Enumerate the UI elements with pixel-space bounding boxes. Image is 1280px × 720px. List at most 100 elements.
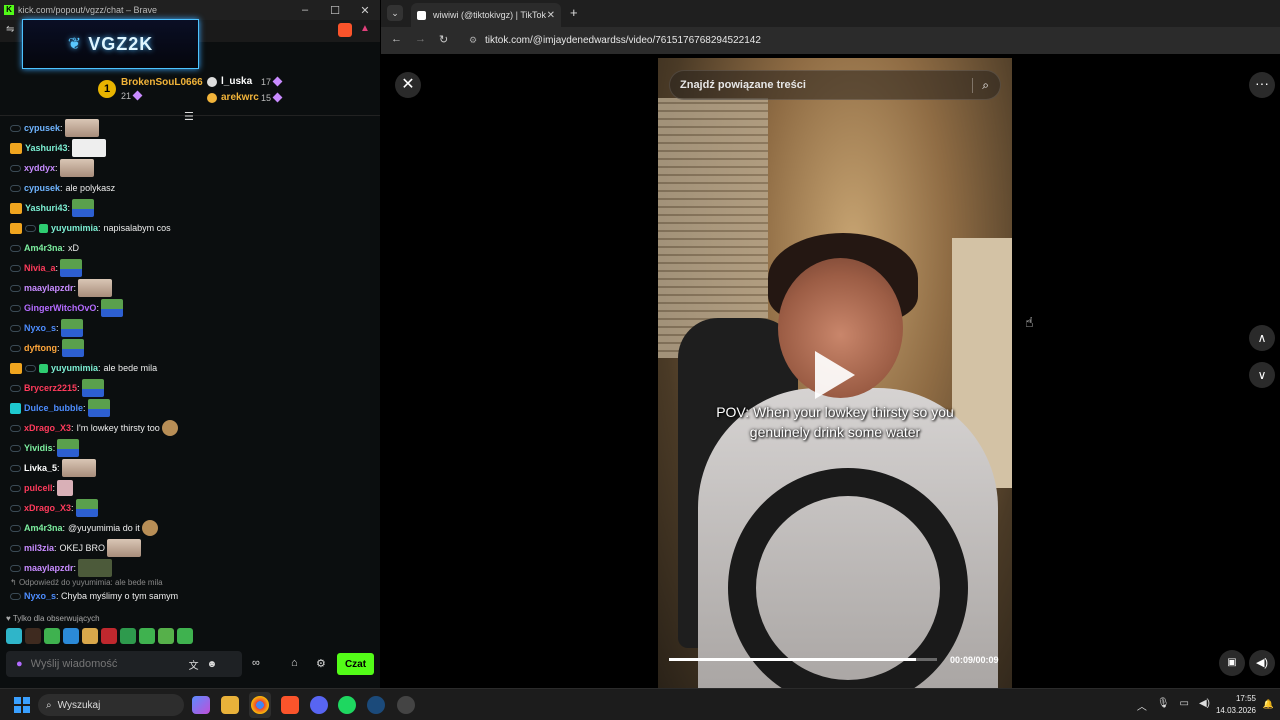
username[interactable]: Am4r3na: [24, 243, 63, 253]
discord-icon[interactable]: [310, 696, 328, 714]
play-icon[interactable]: [815, 351, 855, 399]
more-options-button[interactable]: ···: [1249, 72, 1275, 98]
search-icon[interactable]: ⌕: [972, 77, 989, 93]
username[interactable]: Yividis: [24, 443, 53, 453]
filter-icon[interactable]: ☰: [184, 110, 194, 123]
emote-button[interactable]: [101, 628, 117, 644]
windows-taskbar: ⌕ Wyszukaj ︿ 🎙 ▭ ◀) 17:55 14.03.2026 🔔: [0, 688, 1280, 720]
close-window-button[interactable]: ✕: [350, 4, 380, 17]
separator: :: [57, 463, 60, 473]
store-icon[interactable]: ⌂: [291, 657, 298, 669]
username[interactable]: mil3zia: [24, 543, 54, 553]
site-info-icon[interactable]: ⚙: [469, 35, 477, 46]
chat-message-input[interactable]: [30, 658, 181, 670]
previous-video-button[interactable]: ∧: [1249, 325, 1275, 351]
username[interactable]: maaylapzdr: [24, 283, 74, 293]
steam-icon[interactable]: [367, 696, 385, 714]
username[interactable]: xyddyx: [24, 163, 55, 173]
emote-button[interactable]: [139, 628, 155, 644]
username[interactable]: cypusek: [24, 123, 60, 133]
username[interactable]: Am4r3na: [24, 523, 63, 533]
video-player[interactable]: Znajdź powiązane treści ⌕ POV: When your…: [658, 58, 1012, 688]
taskbar-clock[interactable]: 17:55 14.03.2026: [1216, 693, 1256, 717]
emote-button[interactable]: [177, 628, 193, 644]
username[interactable]: maaylapzdr: [24, 563, 74, 573]
brave-icon[interactable]: [281, 696, 299, 714]
close-tab-icon[interactable]: ✕: [547, 10, 555, 21]
site-settings-icon[interactable]: ⇋: [6, 24, 14, 35]
chat-input-box[interactable]: ● 文 ☻: [6, 651, 242, 677]
username[interactable]: cypusek: [24, 183, 60, 193]
username[interactable]: Yashuri43: [25, 143, 68, 153]
microphone-icon[interactable]: 🎙: [1157, 698, 1170, 713]
taskbar-search[interactable]: ⌕ Wyszukaj: [38, 694, 184, 716]
username[interactable]: Nyxo_s: [24, 323, 56, 333]
username[interactable]: Nyxo_s: [24, 591, 56, 601]
username[interactable]: Dulce_bubble: [24, 403, 83, 413]
emote-button[interactable]: [25, 628, 41, 644]
username[interactable]: Nivia_a: [24, 263, 56, 273]
video-progress-bar[interactable]: [669, 658, 937, 661]
app-icon[interactable]: [397, 696, 415, 714]
brave-shield-icon[interactable]: [338, 23, 352, 37]
chat-message: cypusek:: [0, 118, 99, 138]
username[interactable]: Yashuri43: [25, 203, 68, 213]
leader-name[interactable]: arekwrc: [221, 92, 259, 103]
emote-button[interactable]: [44, 628, 60, 644]
username[interactable]: yuyumimia: [51, 223, 98, 233]
username[interactable]: GingerWitchOvO: [24, 303, 96, 313]
translate-icon[interactable]: 文: [189, 657, 199, 672]
leader-count: 15: [261, 92, 283, 103]
badge-icon: [10, 184, 21, 192]
username[interactable]: pulcell: [24, 483, 53, 493]
emote-button[interactable]: [63, 628, 79, 644]
username[interactable]: xDrago_X3: [24, 423, 71, 433]
picture-in-picture-button[interactable]: ▣: [1219, 650, 1245, 676]
next-video-button[interactable]: ∨: [1249, 362, 1275, 388]
username[interactable]: Brycerz2215: [24, 383, 77, 393]
emote-button[interactable]: [120, 628, 136, 644]
close-video-button[interactable]: ✕: [395, 72, 421, 98]
leader-name[interactable]: l_uska: [221, 76, 252, 87]
emote-button[interactable]: [158, 628, 174, 644]
username[interactable]: yuyumimia: [51, 363, 98, 373]
spotify-icon[interactable]: [338, 696, 356, 714]
volume-button[interactable]: ◀): [1249, 650, 1275, 676]
network-icon[interactable]: ▭: [1180, 698, 1189, 713]
username[interactable]: xDrago_X3: [24, 503, 71, 513]
gear-icon[interactable]: ⚙: [316, 657, 326, 670]
emoji-icon[interactable]: ☻: [207, 659, 218, 670]
maximize-button[interactable]: ☐: [320, 4, 350, 17]
tab-tiktok[interactable]: wiwiwi (@tiktokivgz) | TikTok ✕: [411, 3, 561, 27]
emote-button[interactable]: [82, 628, 98, 644]
minimize-button[interactable]: –: [290, 4, 320, 17]
chevron-up-icon[interactable]: ︿: [1137, 698, 1147, 713]
notification-bell-icon[interactable]: 🔔: [1263, 699, 1274, 710]
chat-message: xDrago_X3:: [0, 498, 98, 518]
username[interactable]: Livka_5: [24, 463, 57, 473]
forward-icon[interactable]: →: [415, 33, 426, 45]
copilot-icon[interactable]: [192, 696, 210, 714]
reload-icon[interactable]: ↻: [439, 33, 448, 46]
chrome-icon[interactable]: [251, 696, 269, 714]
file-explorer-icon[interactable]: [221, 696, 239, 714]
send-chat-button[interactable]: Czat: [337, 653, 374, 675]
brave-rewards-icon[interactable]: ▲: [360, 23, 370, 34]
mic-icon[interactable]: ●: [16, 658, 23, 670]
new-tab-button[interactable]: +: [570, 5, 578, 20]
related-search-box[interactable]: Znajdź powiązane treści ⌕: [669, 70, 1001, 100]
url-field[interactable]: tiktok.com/@imjaydenedwardss/video/76151…: [485, 35, 761, 46]
hand-cursor-icon: ☝: [1025, 314, 1034, 330]
windows-start-icon[interactable]: [14, 697, 30, 713]
username[interactable]: dyftong: [24, 343, 57, 353]
leader-name[interactable]: BrokenSouL0666: [121, 77, 203, 88]
badge-icon: [10, 264, 21, 272]
back-icon[interactable]: ←: [391, 33, 402, 45]
badge-icon: [25, 224, 36, 232]
emote-button[interactable]: [6, 628, 22, 644]
tab-search-icon[interactable]: ⌄: [387, 5, 403, 21]
volume-icon[interactable]: ◀): [1199, 698, 1210, 713]
separator: :: [62, 523, 66, 533]
infinity-icon[interactable]: ∞: [252, 657, 260, 669]
progress-fill: [669, 658, 916, 661]
